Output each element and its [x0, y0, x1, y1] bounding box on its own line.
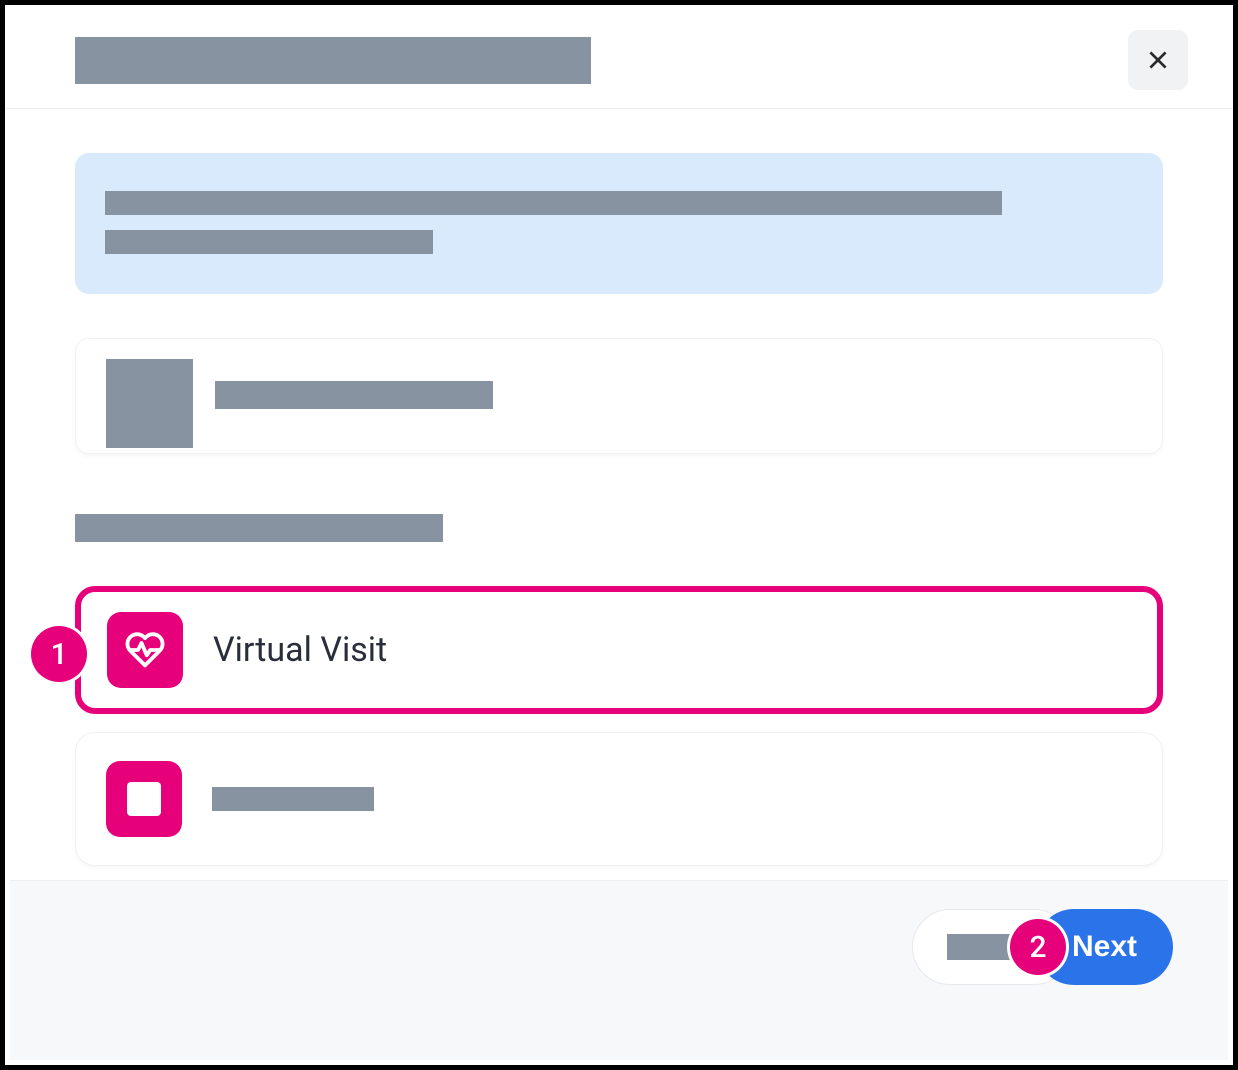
section-heading [75, 514, 443, 542]
option-label: Virtual Visit [213, 630, 387, 670]
provider-card[interactable] [75, 338, 1163, 454]
info-banner [75, 153, 1163, 294]
heart-pulse-icon [107, 612, 183, 688]
annotation-badge-2: 2 [1010, 919, 1066, 975]
close-button[interactable] [1128, 30, 1188, 90]
provider-avatar [106, 359, 193, 448]
provider-name [215, 381, 493, 409]
modal-title [75, 37, 591, 84]
info-text-line [105, 230, 433, 254]
modal-footer: 2 Next [10, 880, 1228, 1060]
option-virtual-visit[interactable]: 1 Virtual Visit [75, 586, 1163, 714]
option-secondary[interactable] [75, 732, 1163, 866]
close-icon [1145, 47, 1171, 73]
info-text-line [105, 191, 1002, 215]
annotation-badge-1: 1 [31, 626, 87, 682]
back-button-label [947, 934, 1017, 960]
option-label [212, 787, 374, 811]
modal-content: 1 Virtual Visit [5, 109, 1233, 866]
modal-header [5, 5, 1233, 109]
square-icon [106, 761, 182, 837]
